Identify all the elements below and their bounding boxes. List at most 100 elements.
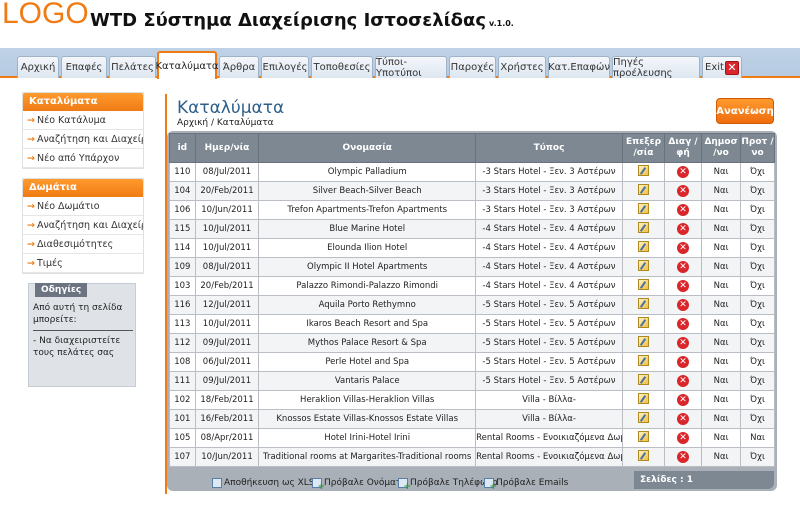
sidebar-item-search-rooms[interactable]: →Αναζήτηση και Διαχείριση (23, 216, 143, 235)
cell-featured[interactable]: Όχι (740, 447, 775, 467)
cell-published[interactable]: Ναι (701, 276, 742, 296)
column-header-name[interactable]: Ονομασία (258, 133, 477, 163)
delete-icon[interactable]: ✕ (677, 242, 690, 254)
sidebar-item-availability[interactable]: → Διαθεσιμότητες (23, 235, 143, 254)
cell-featured[interactable]: Όχι (740, 352, 775, 372)
cell-published[interactable]: Ναι (701, 371, 742, 391)
tab-contact-categories[interactable]: Κατ.Επαφών (548, 56, 610, 78)
cell-published[interactable]: Ναι (701, 295, 742, 315)
edit-icon[interactable] (637, 374, 649, 385)
tab-locations[interactable]: Τοποθεσίες (311, 56, 373, 78)
sidebar-item-new-room[interactable]: → Νέο Δωμάτιο (23, 197, 143, 216)
edit-icon[interactable] (637, 222, 649, 233)
column-header-published[interactable]: Δημοσ /νο (701, 133, 742, 163)
delete-icon[interactable]: ✕ (677, 166, 690, 178)
edit-icon[interactable] (637, 355, 649, 366)
cell-featured[interactable]: Όχι (740, 390, 775, 410)
delete-icon[interactable]: ✕ (677, 432, 690, 444)
tab-accommodation[interactable]: Καταλύματα (155, 51, 219, 79)
delete-icon[interactable]: ✕ (677, 185, 690, 197)
tab-home[interactable]: Αρχική (17, 56, 59, 78)
tab-sources[interactable]: Πηγές προέλευσης (612, 56, 700, 79)
edit-icon[interactable] (637, 412, 649, 423)
cell-published[interactable]: Ναι (701, 333, 742, 353)
cell-featured[interactable]: Όχι (740, 333, 775, 353)
delete-icon[interactable]: ✕ (677, 280, 690, 292)
cell-type: Villa - Βίλλα- (475, 409, 623, 429)
delete-icon[interactable]: ✕ (677, 337, 690, 349)
edit-icon[interactable] (637, 279, 649, 290)
cell-delete: ✕ (664, 390, 703, 410)
edit-icon[interactable] (637, 165, 649, 176)
delete-icon[interactable]: ✕ (677, 223, 690, 235)
delete-icon[interactable]: ✕ (677, 318, 690, 330)
cell-published[interactable]: Ναι (701, 162, 742, 182)
cell-published[interactable]: Ναι (701, 314, 742, 334)
delete-icon[interactable]: ✕ (677, 299, 690, 311)
cell-published[interactable]: Ναι (701, 219, 742, 239)
cell-delete: ✕ (664, 447, 703, 467)
cell-published[interactable]: Ναι (701, 447, 742, 467)
cell-published[interactable]: Ναι (701, 238, 742, 258)
edit-icon[interactable] (637, 450, 649, 461)
tab-users[interactable]: Χρήστες (498, 56, 546, 78)
edit-icon[interactable] (637, 241, 649, 252)
cell-featured[interactable]: Όχι (740, 409, 775, 429)
cell-featured[interactable]: Ναι (740, 428, 775, 448)
sidebar-item-prices[interactable]: → Τιμές (23, 254, 143, 273)
delete-icon[interactable]: ✕ (677, 413, 690, 425)
cell-published[interactable]: Ναι (701, 181, 742, 201)
edit-icon[interactable] (637, 298, 649, 309)
cell-published[interactable]: Ναι (701, 257, 742, 277)
edit-icon[interactable] (637, 393, 649, 404)
sidebar-item-new-accommodation[interactable]: → Νέο Κατάλυμα (23, 111, 143, 130)
delete-icon[interactable]: ✕ (677, 204, 690, 216)
sidebar-item-search-accommodation[interactable]: →Αναζήτηση και Διαχείριση (23, 130, 143, 149)
cell-published[interactable]: Ναι (701, 200, 742, 220)
cell-featured[interactable]: Όχι (740, 200, 775, 220)
cell-published[interactable]: Ναι (701, 390, 742, 410)
cell-featured[interactable]: Όχι (740, 276, 775, 296)
tab-exit[interactable]: Exit ✕ (702, 56, 742, 78)
edit-icon[interactable] (637, 431, 649, 442)
tab-amenities[interactable]: Παροχές (449, 56, 496, 78)
cell-published[interactable]: Ναι (701, 428, 742, 448)
cell-name: Elounda Ilion Hotel (258, 238, 477, 258)
cell-published[interactable]: Ναι (701, 409, 742, 429)
delete-icon[interactable]: ✕ (677, 394, 690, 406)
column-header-featured[interactable]: Προτ /νο (740, 133, 775, 163)
tab-types[interactable]: Τύποι-Υποτύποι (375, 56, 447, 79)
cell-featured[interactable]: Όχι (740, 257, 775, 277)
cell-featured[interactable]: Όχι (740, 181, 775, 201)
delete-icon[interactable]: ✕ (677, 451, 690, 463)
show-names-button[interactable]: Πρόβαλε Ονόματα (312, 478, 407, 492)
column-header-id[interactable]: id (169, 133, 196, 163)
column-header-type[interactable]: Τύπος (475, 133, 623, 163)
edit-icon[interactable] (637, 260, 649, 271)
cell-featured[interactable]: Όχι (740, 295, 775, 315)
cell-published[interactable]: Ναι (701, 352, 742, 372)
cell-featured[interactable]: Όχι (740, 219, 775, 239)
edit-icon[interactable] (637, 336, 649, 347)
column-header-date[interactable]: Ημερ/νία (194, 133, 260, 163)
tab-customers[interactable]: Πελάτες (109, 56, 156, 78)
delete-icon[interactable]: ✕ (677, 356, 690, 368)
edit-icon[interactable] (637, 317, 649, 328)
delete-icon[interactable]: ✕ (677, 375, 690, 387)
show-emails-button[interactable]: Πρόβαλε Emails (484, 478, 568, 492)
cell-featured[interactable]: Όχι (740, 371, 775, 391)
edit-icon[interactable] (637, 203, 649, 214)
edit-icon[interactable] (637, 184, 649, 195)
delete-icon[interactable]: ✕ (677, 261, 690, 273)
tab-contacts[interactable]: Επαφές (61, 56, 107, 78)
export-xls-button[interactable]: Αποθήκευση ως XLS (212, 478, 315, 488)
refresh-button[interactable]: Ανανέωση (716, 98, 774, 124)
sidebar-item-label: Αναζήτηση και Διαχείριση (36, 220, 143, 231)
tab-options[interactable]: Επιλογές (261, 56, 309, 78)
site-title: WTD Σύστημα Διαχείρισης Ιστοσελίδας v.1.0… (90, 10, 514, 31)
sidebar-item-new-from-existing[interactable]: → Νέο από Υπάρχον (23, 149, 143, 168)
tab-articles[interactable]: Άρθρα (219, 56, 259, 78)
cell-featured[interactable]: Όχι (740, 314, 775, 334)
cell-featured[interactable]: Όχι (740, 162, 775, 182)
cell-featured[interactable]: Όχι (740, 238, 775, 258)
